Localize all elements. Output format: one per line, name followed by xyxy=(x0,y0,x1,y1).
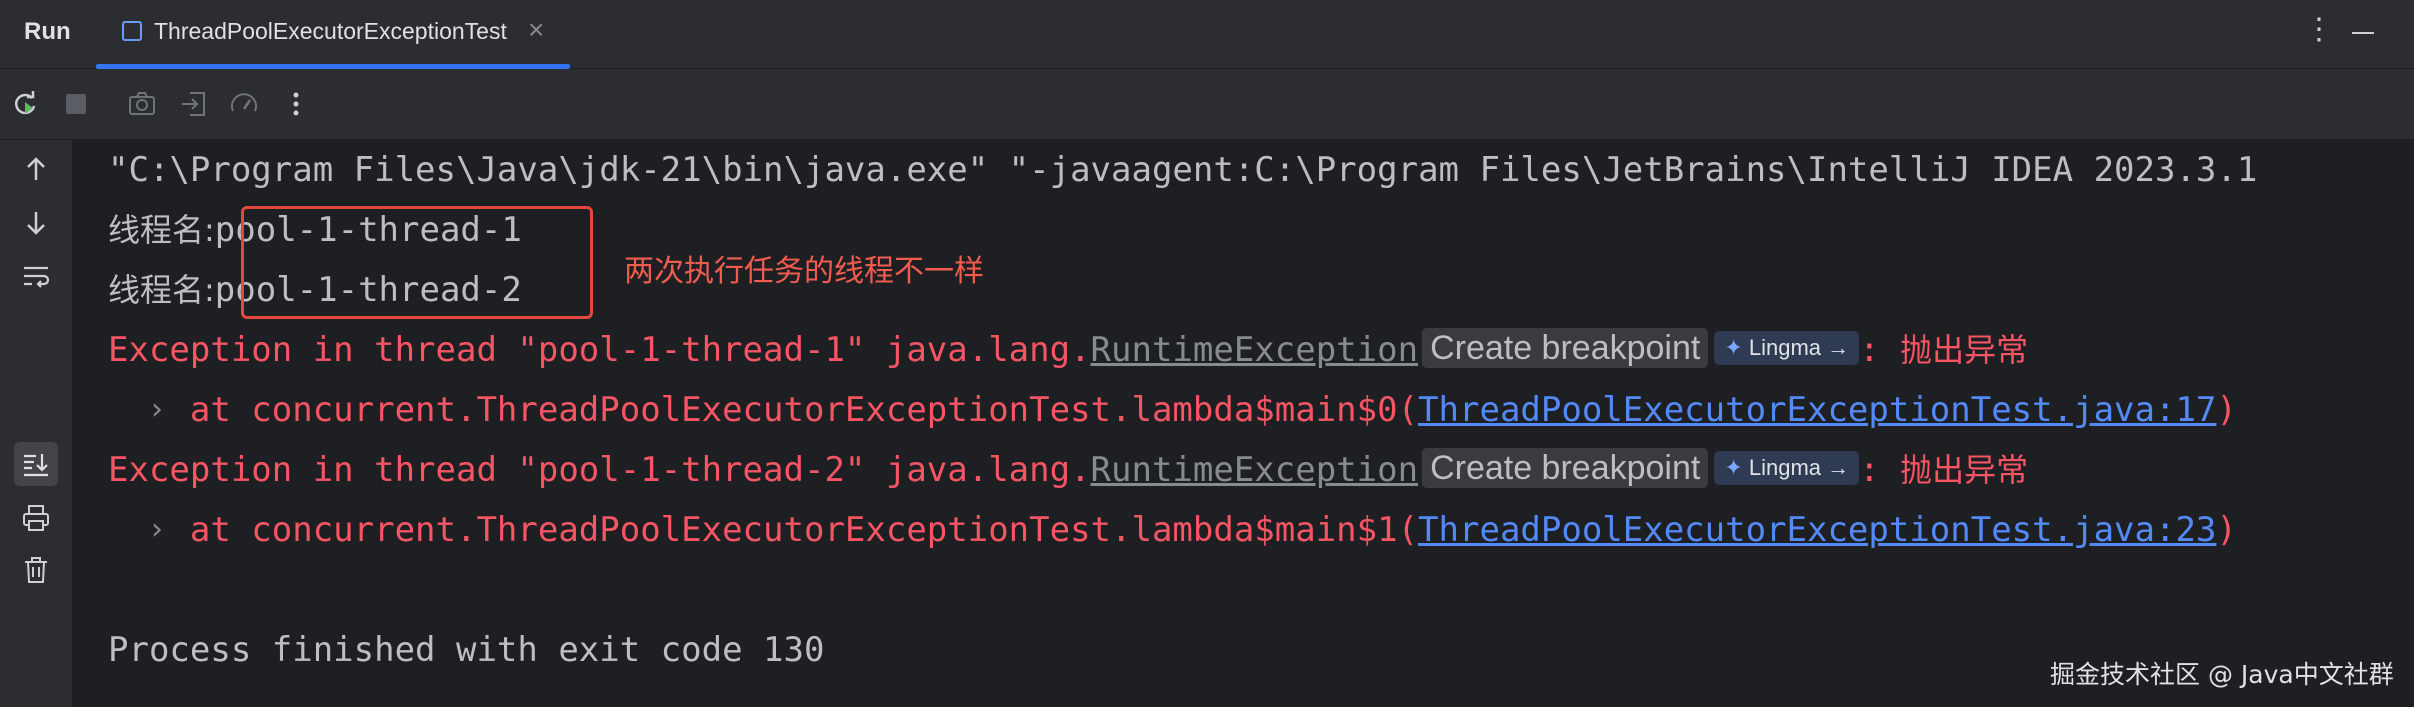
exception-message: 抛出异常 xyxy=(1900,331,2029,369)
console-side-toolbar xyxy=(0,140,73,707)
down-arrow-icon[interactable] xyxy=(20,206,52,238)
close-paren: ) xyxy=(2216,390,2237,430)
lingma-button[interactable]: ✦ Lingma → xyxy=(1714,451,1860,485)
scroll-to-end-icon[interactable] xyxy=(20,448,52,480)
exception-prefix: Exception in thread "pool-1-thread-2" ja… xyxy=(108,450,1091,490)
exception-class-link[interactable]: RuntimeException xyxy=(1091,450,1419,490)
create-breakpoint-button[interactable]: Create breakpoint xyxy=(1422,328,1709,368)
lingma-logo-icon: ✦ xyxy=(1724,335,1749,360)
lingma-label: Lingma → xyxy=(1748,455,1850,480)
more-options-icon[interactable]: ⋮ xyxy=(2304,12,2334,47)
soft-wrap-icon[interactable] xyxy=(20,260,52,292)
close-paren: ) xyxy=(2216,510,2237,550)
exception-message: 抛出异常 xyxy=(1900,451,2029,489)
run-panel-title: Run xyxy=(24,18,71,45)
lingma-label: Lingma → xyxy=(1748,335,1850,360)
lingma-button[interactable]: ✦ Lingma → xyxy=(1714,331,1860,365)
tab-label: ThreadPoolExecutorExceptionTest xyxy=(154,18,507,44)
camera-icon[interactable] xyxy=(126,88,158,120)
run-toolbar xyxy=(0,69,2414,140)
lingma-logo-icon: ✦ xyxy=(1724,455,1749,480)
trash-icon[interactable] xyxy=(20,554,52,586)
thread-label: 线程名: xyxy=(108,271,215,309)
exception-prefix: Exception in thread "pool-1-thread-1" ja… xyxy=(108,330,1091,370)
exception-separator: : xyxy=(1859,330,1901,370)
watermark: 掘金技术社区 @ Java中文社群 xyxy=(2050,660,2394,689)
minimize-icon[interactable] xyxy=(2352,32,2374,34)
up-arrow-icon[interactable] xyxy=(20,154,52,186)
console-tab-icon xyxy=(122,21,142,41)
annotation-text: 两次执行任务的线程不一样 xyxy=(624,254,984,289)
tab-close-icon[interactable]: × xyxy=(528,14,544,46)
rerun-icon[interactable] xyxy=(10,88,42,120)
thread-label: 线程名: xyxy=(108,211,215,249)
command-line: "C:\Program Files\Java\jdk-21\bin\java.e… xyxy=(108,150,2258,190)
create-breakpoint-button[interactable]: Create breakpoint xyxy=(1422,448,1709,488)
print-icon[interactable] xyxy=(20,502,52,534)
tool-window-header: Run ThreadPoolExecutorExceptionTest × ⋮ xyxy=(0,0,2414,69)
exception-class-link[interactable]: RuntimeException xyxy=(1091,330,1419,370)
exception-line-2: Exception in thread "pool-1-thread-2" ja… xyxy=(108,448,2028,492)
stack-frame-text: at concurrent.ThreadPoolExecutorExceptio… xyxy=(108,510,1419,550)
annotation-highlight-box xyxy=(241,206,593,319)
exception-separator: : xyxy=(1859,450,1901,490)
stack-frame-line-2: at concurrent.ThreadPoolExecutorExceptio… xyxy=(108,508,2237,552)
source-link[interactable]: ThreadPoolExecutorExceptionTest.java:17 xyxy=(1418,390,2216,430)
more-actions-icon[interactable] xyxy=(280,88,312,120)
source-link[interactable]: ThreadPoolExecutorExceptionTest.java:23 xyxy=(1418,510,2216,550)
stop-icon[interactable] xyxy=(60,88,92,120)
exception-line-1: Exception in thread "pool-1-thread-1" ja… xyxy=(108,328,2028,372)
exit-icon[interactable] xyxy=(178,88,210,120)
profiler-icon[interactable] xyxy=(228,88,260,120)
stack-frame-line-1: at concurrent.ThreadPoolExecutorExceptio… xyxy=(108,388,2237,432)
process-finished-line: Process finished with exit code 130 xyxy=(108,630,825,670)
stack-frame-text: at concurrent.ThreadPoolExecutorExceptio… xyxy=(108,390,1419,430)
